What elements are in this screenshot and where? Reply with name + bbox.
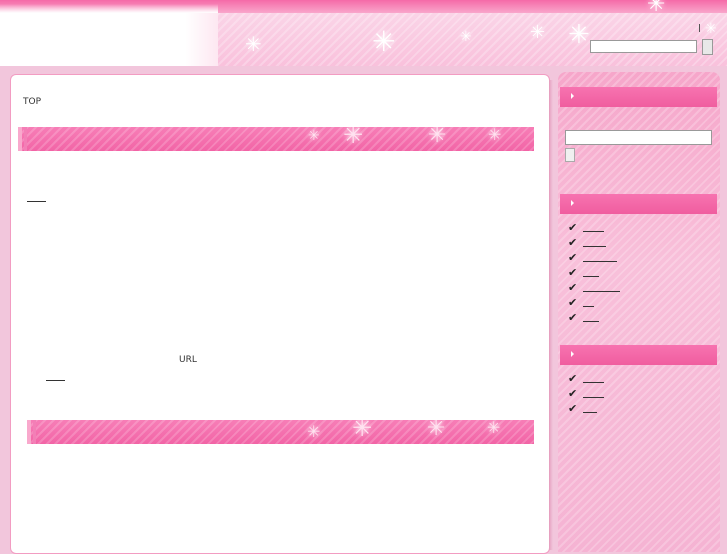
bar-stripe-pattern [18, 127, 534, 151]
check-icon: ✔ [568, 266, 578, 279]
sparkle-icon: ✳ [352, 420, 373, 442]
sidebar-heading-links [560, 194, 717, 214]
content-link[interactable] [27, 201, 46, 202]
arrow-right-icon [571, 93, 574, 99]
sidebar-link[interactable] [583, 397, 604, 398]
sparkle-icon: ✳ [530, 22, 546, 43]
sparkle-icon: ✳ [343, 127, 364, 149]
sparkle-icon: ✳ [488, 127, 502, 144]
check-icon: ✔ [568, 296, 578, 309]
sidebar-search-button[interactable] [565, 148, 575, 162]
sidebar-search-input[interactable] [565, 130, 712, 145]
sparkle-icon: ✳ [647, 0, 666, 17]
section-heading-bar-2: ✳ ✳ ✳ ✳ [27, 420, 534, 444]
sidebar-link[interactable] [583, 261, 617, 262]
check-icon: ✔ [568, 387, 578, 400]
check-icon: ✔ [568, 311, 578, 324]
sidebar-link[interactable] [583, 412, 597, 413]
sidebar-link[interactable] [583, 321, 599, 322]
content-link[interactable] [46, 380, 65, 381]
arrow-right-icon [571, 351, 574, 357]
bar-stripe-pattern [27, 420, 534, 444]
sparkle-icon: ✳ [568, 20, 590, 50]
sidebar-link[interactable] [583, 382, 604, 383]
site-header: ✳ ✳ ✳ ✳ ✳ ✳ ✳ [0, 0, 727, 66]
sparkle-icon: ✳ [308, 128, 320, 144]
bar-accent [33, 420, 36, 444]
bar-accent [24, 127, 27, 151]
check-icon: ✔ [568, 221, 578, 234]
sparkle-icon: ✳ [372, 25, 396, 58]
header-search-button[interactable] [702, 39, 713, 55]
check-icon: ✔ [568, 402, 578, 415]
section-heading-bar-1: ✳ ✳ ✳ ✳ [18, 127, 534, 151]
bar-accent [18, 127, 22, 151]
sidebar-heading-search [560, 87, 717, 107]
header-divider [699, 24, 700, 32]
main-content-shadow [549, 80, 553, 550]
sparkle-icon: ✳ [245, 32, 262, 56]
sidebar-link[interactable] [583, 276, 599, 277]
sidebar-heading-more-links [560, 345, 717, 365]
sparkle-icon: ✳ [460, 29, 472, 45]
check-icon: ✔ [568, 281, 578, 294]
sparkle-icon: ✳ [307, 422, 321, 441]
check-icon: ✔ [568, 236, 578, 249]
breadcrumb-top-link[interactable]: TOP [23, 97, 41, 107]
sidebar-link[interactable] [583, 246, 606, 247]
header-white-fade [0, 4, 218, 13]
check-icon: ✔ [568, 372, 578, 385]
check-icon: ✔ [568, 251, 578, 264]
arrow-right-icon [571, 200, 574, 206]
bar-accent [27, 420, 31, 444]
sparkle-icon: ✳ [428, 127, 447, 148]
sidebar-link[interactable] [583, 231, 604, 232]
sparkle-icon: ✳ [705, 21, 717, 37]
sparkle-icon: ✳ [427, 420, 446, 441]
site-logo-area[interactable] [0, 13, 218, 66]
sparkle-icon: ✳ [487, 420, 501, 437]
sidebar-link[interactable] [583, 291, 620, 292]
header-search-input[interactable] [590, 40, 697, 53]
sidebar-link[interactable] [583, 306, 594, 307]
url-label: URL [179, 355, 197, 365]
